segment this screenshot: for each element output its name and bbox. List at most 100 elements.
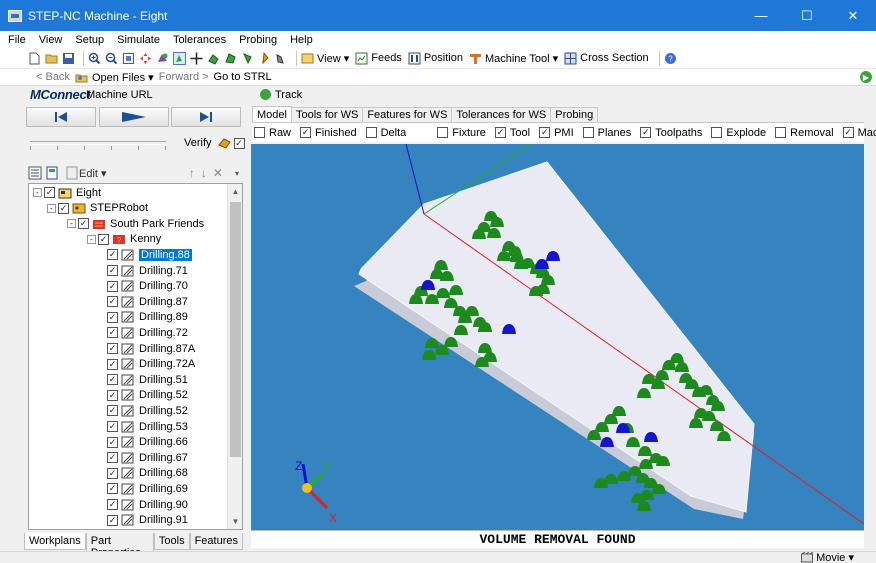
tree-item[interactable]: ✓ Drilling.51: [107, 372, 188, 387]
machine-tool-button[interactable]: Machine Tool ▾: [469, 52, 558, 65]
option-planes[interactable]: Planes: [582, 127, 631, 139]
move-icon[interactable]: [190, 52, 203, 65]
tree-item[interactable]: - ✓? Kenny: [87, 232, 161, 247]
tree-item-checkbox[interactable]: ✓: [107, 483, 118, 495]
feeds-button[interactable]: Feeds: [355, 52, 402, 65]
collapse-toggle[interactable]: -: [87, 234, 96, 244]
edit-menu-button[interactable]: Edit ▾: [65, 166, 107, 180]
forward-link[interactable]: Forward >: [159, 71, 209, 83]
tree-item[interactable]: ✓ Drilling.70: [107, 279, 188, 294]
tree-item-checkbox[interactable]: ✓: [107, 452, 118, 464]
option-toolpaths[interactable]: ✓ Toolpaths: [640, 127, 702, 139]
position-button[interactable]: Position: [408, 52, 463, 65]
option-checkbox[interactable]: [254, 127, 265, 138]
tree-item-checkbox[interactable]: ✓: [58, 202, 69, 214]
tree-item[interactable]: ✓ Drilling.88: [107, 247, 192, 262]
go-to-strl-link[interactable]: Go to STRL: [214, 71, 272, 83]
tree-item[interactable]: ✓ Drilling.52: [107, 403, 188, 418]
tab-model[interactable]: Model: [252, 106, 292, 122]
back-link[interactable]: < Back: [36, 71, 70, 83]
machine-url-field[interactable]: Machine URL: [86, 89, 256, 101]
option-checkbox[interactable]: ✓: [640, 127, 652, 138]
tab-features-for-ws[interactable]: Features for WS: [362, 107, 453, 122]
rotate-icon[interactable]: [173, 51, 186, 65]
collapse-toggle[interactable]: -: [67, 219, 76, 229]
tree-item-checkbox[interactable]: ✓: [107, 296, 118, 308]
option-checkbox[interactable]: [775, 127, 787, 138]
tree-item-checkbox[interactable]: ✓: [107, 436, 118, 448]
tab-tools[interactable]: Tools: [153, 533, 190, 550]
new-file-icon[interactable]: [28, 52, 41, 65]
play-button[interactable]: [98, 107, 169, 127]
option-removal[interactable]: Removal: [775, 127, 834, 139]
tab-features[interactable]: Features: [189, 533, 243, 550]
collapse-toggle[interactable]: -: [47, 203, 56, 213]
tree-item-checkbox[interactable]: ✓: [107, 343, 118, 354]
scroll-up-icon[interactable]: ▲: [228, 184, 242, 199]
option-checkbox[interactable]: [711, 127, 723, 138]
tree-item[interactable]: ✓ Drilling.53: [107, 419, 188, 434]
option-finished[interactable]: ✓ Finished: [300, 127, 357, 139]
option-delta[interactable]: Delta: [365, 127, 406, 139]
step-forward-button[interactable]: [171, 107, 241, 127]
view-other-icon[interactable]: [275, 52, 288, 65]
minimize-button[interactable]: —: [738, 0, 784, 31]
maximize-button[interactable]: ☐: [784, 0, 830, 31]
tree-item-checkbox[interactable]: ✓: [107, 514, 118, 526]
option-explode[interactable]: Explode: [711, 127, 766, 139]
open-files-button[interactable]: Open Files ▾: [75, 71, 154, 84]
rewind-button[interactable]: [26, 107, 96, 127]
help-icon[interactable]: ?: [664, 52, 677, 65]
zoom-fit-icon[interactable]: [122, 52, 135, 65]
tree-item-checkbox[interactable]: ✓: [107, 499, 118, 510]
scroll-thumb[interactable]: [230, 202, 241, 457]
menu-tolerances[interactable]: Tolerances: [173, 34, 226, 46]
tree-item-checkbox[interactable]: ✓: [107, 467, 118, 479]
tree-item[interactable]: ✓ Drilling.87A: [107, 341, 195, 356]
option-tool[interactable]: ✓ Tool: [494, 127, 530, 139]
tree-item[interactable]: ✓ Drilling.91: [107, 513, 188, 528]
tree-overflow-icon[interactable]: ▾: [235, 169, 239, 178]
tree-item[interactable]: - ✓ Eight: [33, 185, 101, 200]
option-checkbox[interactable]: ✓: [539, 127, 551, 138]
tree-item-checkbox[interactable]: ✓: [107, 280, 118, 292]
shape-icon[interactable]: [156, 52, 169, 65]
menu-setup[interactable]: Setup: [75, 34, 104, 46]
option-checkbox[interactable]: [437, 127, 449, 138]
tree-item[interactable]: ✓ Drilling.71: [107, 263, 188, 278]
save-icon[interactable]: [62, 52, 75, 65]
tree-move-buttons[interactable]: ↑↓✕: [189, 166, 229, 180]
tree-item-checkbox[interactable]: ✓: [44, 187, 55, 198]
tree-item-checkbox[interactable]: ✓: [107, 389, 118, 401]
3d-viewport[interactable]: Z Y X: [251, 144, 864, 530]
option-checkbox[interactable]: [582, 127, 594, 138]
tree-item[interactable]: - ✓ South Park Friends: [67, 216, 204, 231]
option-raw[interactable]: Raw: [254, 127, 291, 139]
tree-item[interactable]: ✓ Drilling.72A: [107, 357, 195, 372]
option-pmi[interactable]: ✓ PMI: [539, 127, 574, 139]
workplan-view-icon[interactable]: [28, 166, 42, 180]
tree-item[interactable]: ✓ Drilling.67: [107, 450, 188, 465]
tree-item[interactable]: - ✓ STEPRobot: [47, 201, 148, 216]
tree-item-checkbox[interactable]: ✓: [107, 265, 118, 276]
tree-item-checkbox[interactable]: ✓: [107, 421, 118, 432]
document-view-icon[interactable]: [45, 166, 59, 180]
view-iso-icon[interactable]: [258, 51, 271, 65]
tree-item-checkbox[interactable]: ✓: [98, 233, 109, 245]
close-button[interactable]: ✕: [830, 0, 876, 31]
tree-item[interactable]: ✓ Drilling.52: [107, 388, 188, 403]
option-checkbox[interactable]: ✓: [300, 127, 312, 138]
tree-item-checkbox[interactable]: ✓: [107, 405, 118, 417]
menu-simulate[interactable]: Simulate: [117, 34, 160, 46]
tree-item[interactable]: ✓ Drilling.69: [107, 481, 188, 496]
view-side-icon[interactable]: [224, 52, 237, 65]
option-machine[interactable]: ✓Machine: [842, 127, 876, 139]
menu-help[interactable]: Help: [290, 34, 313, 46]
scroll-down-icon[interactable]: ▼: [228, 514, 242, 529]
track-button[interactable]: Track: [260, 89, 302, 101]
option-checkbox[interactable]: ✓: [842, 127, 854, 138]
verify-checkbox[interactable]: ✓: [233, 137, 245, 149]
tree-scrollbar[interactable]: ▲ ▼: [227, 184, 242, 529]
cross-section-button[interactable]: Cross Section: [564, 52, 649, 65]
tab-tools-for-ws[interactable]: Tools for WS: [290, 107, 364, 122]
